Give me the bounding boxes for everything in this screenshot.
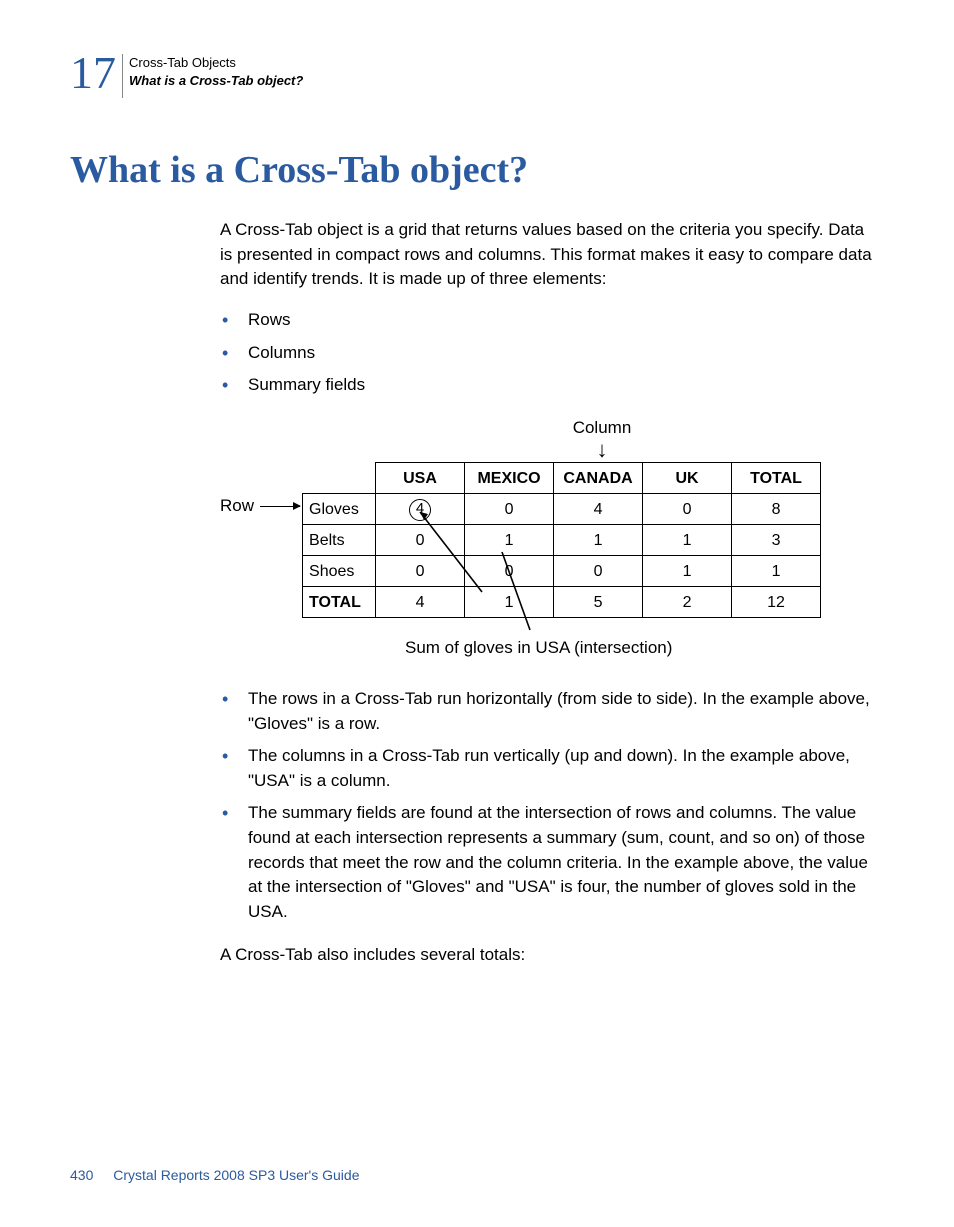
list-item: The summary fields are found at the inte… (220, 801, 874, 924)
header-text-block: Cross-Tab Objects What is a Cross-Tab ob… (129, 50, 303, 90)
table-cell: 8 (732, 494, 821, 525)
chapter-title: Cross-Tab Objects (129, 54, 303, 72)
table-cell: 2 (643, 587, 732, 618)
row-label: Row (220, 494, 254, 519)
crosstab-table: USA MEXICO CANADA UK TOTAL Gloves 4 0 4 … (302, 462, 821, 618)
page-header: 17 Cross-Tab Objects What is a Cross-Tab… (70, 50, 884, 98)
table-row: Shoes 0 0 0 1 1 (303, 556, 821, 587)
table-header: USA (376, 463, 465, 494)
figure-caption: Sum of gloves in USA (intersection) (405, 636, 874, 661)
table-cell: 0 (376, 525, 465, 556)
chapter-number: 17 (70, 50, 116, 96)
table-row-header: Gloves (303, 494, 376, 525)
table-header: MEXICO (465, 463, 554, 494)
table-row: USA MEXICO CANADA UK TOTAL (303, 463, 821, 494)
table-cell: 4 (376, 587, 465, 618)
table-cell: 0 (465, 556, 554, 587)
table-cell: 1 (554, 525, 643, 556)
table-cell: 5 (554, 587, 643, 618)
page-number: 430 (70, 1167, 93, 1183)
table-cell: 0 (643, 494, 732, 525)
table-cell: 0 (465, 494, 554, 525)
table-header: UK (643, 463, 732, 494)
circled-value: 4 (409, 499, 431, 521)
table-cell: 1 (465, 525, 554, 556)
page-title: What is a Cross-Tab object? (70, 148, 884, 192)
list-item: The columns in a Cross-Tab run verticall… (220, 744, 874, 793)
table-cell: 0 (554, 556, 643, 587)
table-header: CANADA (554, 463, 643, 494)
table-cell: 1 (732, 556, 821, 587)
explanation-list: The rows in a Cross-Tab run horizontally… (220, 687, 874, 925)
table-cell: 0 (376, 556, 465, 587)
list-item: The rows in a Cross-Tab run horizontally… (220, 687, 874, 736)
table-row-header: Belts (303, 525, 376, 556)
table-cell: 1 (643, 556, 732, 587)
section-title: What is a Cross-Tab object? (129, 72, 303, 90)
crosstab-figure: Column ↓ Row USA MEXICO CANADA UK (220, 416, 874, 661)
closing-paragraph: A Cross-Tab also includes several totals… (220, 943, 874, 968)
table-row: Belts 0 1 1 1 3 (303, 525, 821, 556)
right-arrow-icon (260, 506, 300, 507)
table-cell: 1 (465, 587, 554, 618)
down-arrow-icon: ↓ (330, 440, 874, 460)
page-footer: 430 Crystal Reports 2008 SP3 User's Guid… (70, 1167, 359, 1183)
table-cell: 1 (643, 525, 732, 556)
table-row-header: Shoes (303, 556, 376, 587)
table-cell-empty (303, 463, 376, 494)
list-item: Rows (220, 308, 874, 333)
table-row: Gloves 4 0 4 0 8 (303, 494, 821, 525)
table-row-header: TOTAL (303, 587, 376, 618)
table-cell: 4 (554, 494, 643, 525)
table-row: TOTAL 4 1 5 2 12 (303, 587, 821, 618)
table-cell: 4 (376, 494, 465, 525)
book-title: Crystal Reports 2008 SP3 User's Guide (113, 1167, 359, 1183)
intro-paragraph: A Cross-Tab object is a grid that return… (220, 218, 874, 292)
column-label-block: Column ↓ (330, 416, 874, 460)
table-header: TOTAL (732, 463, 821, 494)
list-item: Summary fields (220, 373, 874, 398)
header-divider (122, 54, 123, 98)
list-item: Columns (220, 341, 874, 366)
row-label-block: Row (220, 494, 302, 519)
table-cell: 3 (732, 525, 821, 556)
elements-list: Rows Columns Summary fields (220, 308, 874, 398)
table-cell: 12 (732, 587, 821, 618)
